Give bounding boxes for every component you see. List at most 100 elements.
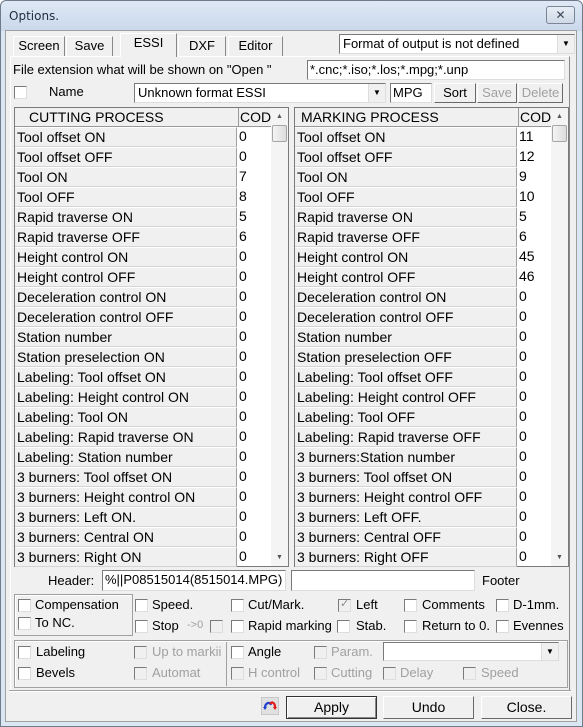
stab-checkbox[interactable] <box>337 620 350 633</box>
refresh-button[interactable] <box>261 697 279 715</box>
speed2-checkbox[interactable] <box>463 667 476 680</box>
param-select[interactable]: ▼ <box>383 642 559 661</box>
table-row[interactable]: 3 burners: Tool offset ON 0 <box>295 467 552 487</box>
table-row[interactable]: Labeling: Height control ON 0 <box>15 387 272 407</box>
code-cell[interactable]: 0 <box>238 247 272 267</box>
code-cell[interactable]: 0 <box>238 327 272 347</box>
code-cell[interactable]: 0 <box>518 487 552 507</box>
scroll-up-icon[interactable]: ▲ <box>271 108 288 125</box>
table-row[interactable]: Rapid traverse ON 5 <box>15 207 272 227</box>
table-row[interactable]: Labeling: Rapid traverse ON 0 <box>15 427 272 447</box>
code-cell[interactable]: 0 <box>238 287 272 307</box>
rapid-marking-checkbox[interactable] <box>231 620 244 633</box>
table-row[interactable]: Tool OFF 8 <box>15 187 272 207</box>
table-row[interactable]: 3 burners: Left OFF. 0 <box>295 507 552 527</box>
code-cell[interactable]: 11 <box>518 127 552 147</box>
code-cell[interactable]: 0 <box>238 527 272 547</box>
output-format-select[interactable]: Format of output is not defined ▼ <box>339 34 575 54</box>
code-cell[interactable]: 7 <box>238 167 272 187</box>
code-cell[interactable]: 0 <box>518 387 552 407</box>
table-row[interactable]: Labeling: Rapid traverse OFF 0 <box>295 427 552 447</box>
evennes-checkbox[interactable] <box>496 620 509 633</box>
code-cell[interactable]: 0 <box>238 447 272 467</box>
close-button[interactable]: Close. <box>481 696 572 719</box>
code-cell[interactable]: 0 <box>238 267 272 287</box>
code-cell[interactable]: 5 <box>238 207 272 227</box>
code-cell[interactable]: 9 <box>518 167 552 187</box>
table-row[interactable]: 3 burners: Left ON. 0 <box>15 507 272 527</box>
table-row[interactable]: 3 burners: Right ON 0 <box>15 547 272 567</box>
labeling-checkbox[interactable] <box>18 646 31 659</box>
name-checkbox[interactable] <box>14 86 27 99</box>
extension-input[interactable]: MPG <box>390 83 432 103</box>
scroll-down-icon[interactable]: ▼ <box>551 549 568 566</box>
table-row[interactable]: Labeling: Tool OFF 0 <box>295 407 552 427</box>
sort-button[interactable]: Sort <box>434 83 476 103</box>
tab-essi[interactable]: ESSI <box>120 33 177 57</box>
code-cell[interactable]: 45 <box>518 247 552 267</box>
table-row[interactable]: 3 burners: Tool offset ON 0 <box>15 467 272 487</box>
table-row[interactable]: Height control ON 0 <box>15 247 272 267</box>
table-row[interactable]: Deceleration control OFF 0 <box>295 307 552 327</box>
code-cell[interactable]: 0 <box>238 507 272 527</box>
code-cell[interactable]: 0 <box>238 367 272 387</box>
return-to-0-checkbox[interactable] <box>404 620 417 633</box>
code-cell[interactable]: 0 <box>518 307 552 327</box>
table-row[interactable]: Rapid traverse ON 5 <box>295 207 552 227</box>
footer-input[interactable] <box>291 570 475 591</box>
code-cell[interactable]: 6 <box>238 227 272 247</box>
chevron-down-icon[interactable]: ▼ <box>557 35 574 53</box>
tab-editor[interactable]: Editor <box>228 36 283 56</box>
table-row[interactable]: Labeling: Tool ON 0 <box>15 407 272 427</box>
delete-button[interactable]: Delete <box>518 83 563 103</box>
table-row[interactable]: Labeling: Tool offset ON 0 <box>15 367 272 387</box>
code-cell[interactable]: 0 <box>518 367 552 387</box>
code-cell[interactable]: 6 <box>518 227 552 247</box>
code-cell[interactable]: 0 <box>518 427 552 447</box>
table-row[interactable]: 3 burners: Height control ON 0 <box>15 487 272 507</box>
code-cell[interactable]: 0 <box>238 467 272 487</box>
table-row[interactable]: Station preselection ON 0 <box>15 347 272 367</box>
chevron-down-icon[interactable]: ▼ <box>368 84 385 102</box>
table-row[interactable]: Tool ON 7 <box>15 167 272 187</box>
undo-button[interactable]: Undo <box>383 696 474 719</box>
code-cell[interactable]: 0 <box>238 547 272 567</box>
code-cell[interactable]: 0 <box>518 507 552 527</box>
save-button[interactable]: Save <box>477 83 517 103</box>
to-nc-checkbox[interactable] <box>18 617 31 630</box>
param-checkbox[interactable] <box>314 646 327 659</box>
code-cell[interactable]: 0 <box>518 327 552 347</box>
comments-checkbox[interactable] <box>404 599 417 612</box>
table-row[interactable]: Rapid traverse OFF 6 <box>15 227 272 247</box>
scroll-thumb[interactable] <box>552 125 567 142</box>
cut-mark-checkbox[interactable] <box>231 599 244 612</box>
code-cell[interactable]: 46 <box>518 267 552 287</box>
left-checkbox[interactable] <box>338 597 351 612</box>
code-cell[interactable]: 0 <box>238 427 272 447</box>
table-row[interactable]: Tool offset ON 0 <box>15 127 272 147</box>
table-row[interactable]: Labeling: Station number 0 <box>15 447 272 467</box>
table-row[interactable]: Tool OFF 10 <box>295 187 552 207</box>
scroll-down-icon[interactable]: ▼ <box>271 549 288 566</box>
tab-screen[interactable]: Screen <box>13 36 65 56</box>
close-window-button[interactable]: ✕ <box>546 6 575 24</box>
table-row[interactable]: Tool offset ON 11 <box>295 127 552 147</box>
table-row[interactable]: Tool offset OFF 0 <box>15 147 272 167</box>
apply-button[interactable]: Apply <box>286 696 377 719</box>
file-extension-input[interactable]: *.cnc;*.iso;*.los;*.mpg;*.unp <box>307 60 565 80</box>
code-cell[interactable]: 0 <box>518 287 552 307</box>
essi-format-select[interactable]: Unknown format ESSI ▼ <box>134 83 386 103</box>
scroll-up-icon[interactable]: ▲ <box>551 108 568 125</box>
table-row[interactable]: Labeling: Height control OFF 0 <box>295 387 552 407</box>
code-cell[interactable]: 0 <box>238 147 272 167</box>
delay-checkbox[interactable] <box>383 667 396 680</box>
table-row[interactable]: 3 burners:Station number 0 <box>295 447 552 467</box>
speed-checkbox[interactable] <box>135 599 148 612</box>
h-control-checkbox[interactable] <box>231 667 244 680</box>
up-to-marking-checkbox[interactable] <box>134 646 147 659</box>
table-row[interactable]: Labeling: Tool offset OFF 0 <box>295 367 552 387</box>
table-row[interactable]: Station preselection OFF 0 <box>295 347 552 367</box>
bevels-checkbox[interactable] <box>18 667 31 680</box>
table-row[interactable]: Tool ON 9 <box>295 167 552 187</box>
code-cell[interactable]: 0 <box>238 127 272 147</box>
